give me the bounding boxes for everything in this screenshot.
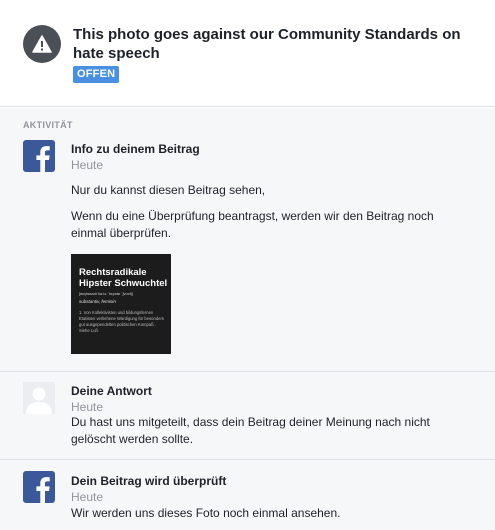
activity-time: Heute xyxy=(71,400,104,414)
warning-icon xyxy=(23,25,61,63)
image-word-type: substantiv, feminin xyxy=(79,299,116,304)
status-badge: OFFEN xyxy=(73,66,120,83)
avatar-icon xyxy=(23,382,55,414)
post-image-thumbnail[interactable]: Rechtsradikale Hipster Schwuchtel [ʁɛçts… xyxy=(71,254,171,354)
activity-text: Wenn du eine Überprüfung beantragst, wer… xyxy=(71,209,434,240)
facebook-icon xyxy=(23,140,55,172)
activity-title: Dein Beitrag wird überprüft xyxy=(71,474,227,488)
activity-title: Deine Antwort xyxy=(71,384,152,398)
activity-text: Nur du kannst diesen Beitrag sehen, xyxy=(71,183,266,197)
facebook-icon xyxy=(23,471,55,503)
activity-text: Wir werden uns dieses Foto noch einmal a… xyxy=(71,506,341,520)
activity-title: Info zu deinem Beitrag xyxy=(71,142,200,156)
divider xyxy=(0,459,495,460)
notice-title: This photo goes against our Community St… xyxy=(73,26,461,62)
divider xyxy=(0,371,495,372)
activity-time: Heute xyxy=(71,158,104,172)
image-title: Rechtsradikale Hipster Schwuchtel xyxy=(79,267,168,289)
notice-header: This photo goes against our Community St… xyxy=(0,0,495,107)
image-pronunciation: [ʁɛçtsʁadiˈkaːlə ˈhɪpstɐ ˈʃvʊxtl̩] xyxy=(79,291,133,296)
section-label: AKTIVITÄT xyxy=(23,120,73,130)
activity-time: Heute xyxy=(71,490,104,504)
image-definition: 1. Von Kollektivisten und bildungsfernen… xyxy=(79,310,164,333)
activity-text: Du hast uns mitgeteilt, dass dein Beitra… xyxy=(71,415,430,446)
